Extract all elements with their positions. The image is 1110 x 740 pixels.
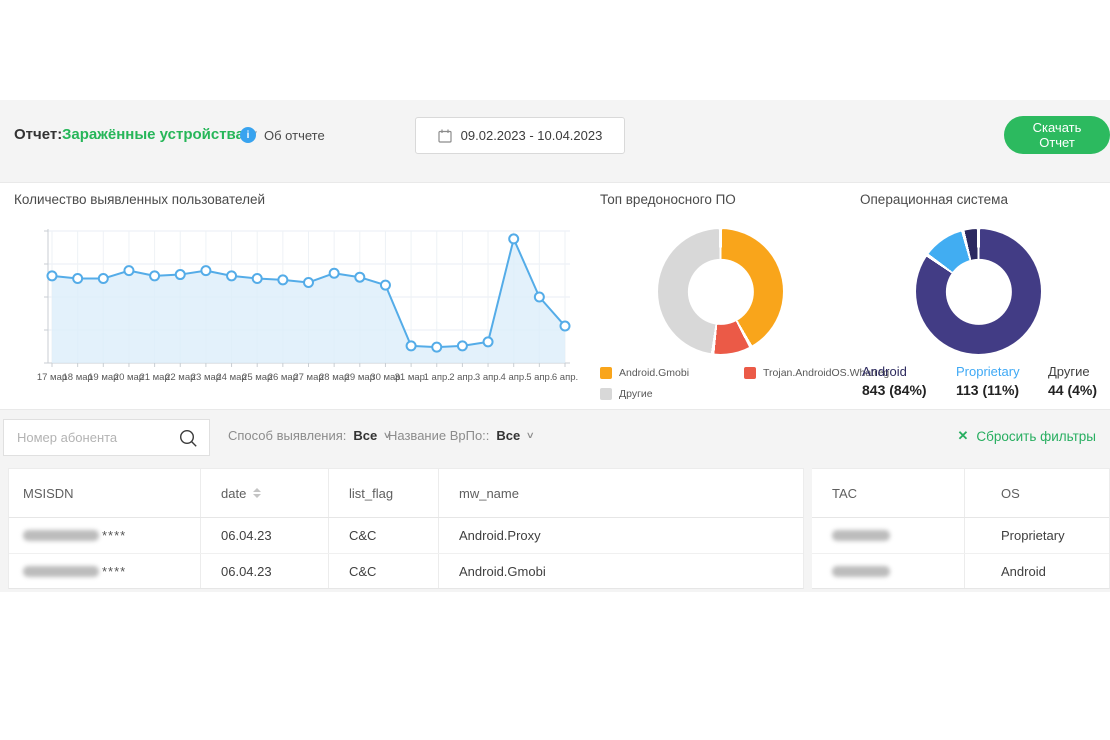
about-report-link[interactable]: i Об отчете (240, 127, 325, 143)
report-name: Заражённые устройства (62, 126, 244, 143)
os-stat-other: Другие 44 (4%) (1048, 364, 1097, 398)
os-cell: Proprietary (965, 518, 1108, 553)
malware-name-filter[interactable]: Название ВрПо:: Все ∨ (388, 428, 534, 443)
sort-icon[interactable] (253, 488, 261, 498)
redacted-tac (832, 530, 890, 541)
malware-donut-title: Топ вредоносного ПО (600, 192, 736, 207)
date-cell: 06.04.23 (201, 554, 329, 588)
table-row: **** 06.04.23 C&C Android.Gmobi (9, 553, 803, 588)
report-label: Отчет: (14, 126, 62, 143)
tac-cell (812, 518, 965, 553)
column-header-msisdn: MSISDN (9, 469, 201, 517)
list-flag-cell: C&C (329, 518, 439, 553)
mw-name-cell: Android.Gmobi (439, 554, 803, 588)
legend-swatch-red (744, 367, 756, 379)
svg-text:1 апр.: 1 апр. (424, 372, 450, 383)
column-header-mw-name: mw_name (439, 469, 803, 517)
charts-panel: Количество выявленных пользователей 17 м… (0, 182, 1110, 410)
chevron-down-icon: ∨ (526, 430, 535, 441)
report-type-dropdown[interactable]: Заражённые устройства ∨ (62, 126, 257, 143)
malware-donut-chart (658, 229, 783, 354)
detection-method-filter[interactable]: Способ выявления: Все ∨ (228, 428, 391, 443)
date-range-picker[interactable]: 09.02.2023 - 10.04.2023 (415, 117, 625, 154)
mw-name-cell: Android.Proxy (439, 518, 803, 553)
legend-label: Android.Gmobi (619, 367, 689, 379)
os-cell: Android (965, 554, 1108, 588)
column-header-date[interactable]: date (201, 469, 329, 517)
svg-text:3 апр.: 3 апр. (475, 372, 501, 383)
search-input[interactable] (4, 420, 174, 455)
reset-filters-button[interactable]: ✕ Сбросить фильтры (957, 428, 1096, 444)
legend-swatch-gray (600, 388, 612, 400)
download-report-button[interactable]: Скачать Отчет (1004, 116, 1110, 154)
svg-text:4 апр.: 4 апр. (501, 372, 527, 383)
svg-text:5 апр.: 5 апр. (526, 372, 552, 383)
list-flag-cell: C&C (329, 554, 439, 588)
redacted-tac (832, 566, 890, 577)
calendar-icon (438, 129, 452, 143)
date-range-value: 09.02.2023 - 10.04.2023 (461, 128, 603, 143)
table-row: Android (812, 553, 1109, 588)
search-icon[interactable] (178, 428, 199, 449)
results-table-left: MSISDN date list_flag mw_name **** 06.04… (8, 468, 804, 589)
results-table-right: TAC OS Proprietary Android (812, 468, 1110, 589)
close-icon: ✕ (957, 428, 968, 444)
table-row: Proprietary (812, 518, 1109, 553)
legend-label: Другие (619, 388, 653, 400)
column-header-list-flag: list_flag (329, 469, 439, 517)
users-line-chart: 17 мар18 мар19 мар20 мар21 мар22 мар23 м… (0, 223, 585, 391)
svg-text:2 апр.: 2 апр. (449, 372, 475, 383)
legend-item: Android.Gmobi (600, 367, 689, 379)
os-stat-proprietary: Proprietary 113 (11%) (956, 364, 1020, 398)
msisdn-cell: **** (9, 518, 201, 553)
os-donut-chart (916, 229, 1041, 354)
info-icon: i (240, 127, 256, 143)
column-header-tac: TAC (812, 469, 965, 517)
subscriber-search-box (3, 419, 210, 456)
date-cell: 06.04.23 (201, 518, 329, 553)
tac-cell (812, 554, 965, 588)
legend-swatch-orange (600, 367, 612, 379)
table-row: **** 06.04.23 C&C Android.Proxy (9, 518, 803, 553)
svg-text:6 апр.: 6 апр. (552, 372, 578, 383)
column-header-os: OS (965, 469, 1108, 517)
os-stat-android: Android 843 (84%) (862, 364, 927, 398)
legend-item: Другие (600, 388, 653, 400)
os-donut-title: Операционная система (860, 192, 1008, 207)
about-report-label: Об отчете (264, 128, 325, 143)
line-chart-title: Количество выявленных пользователей (14, 192, 265, 207)
redacted-msisdn (23, 566, 99, 577)
msisdn-cell: **** (9, 554, 201, 588)
redacted-msisdn (23, 530, 99, 541)
